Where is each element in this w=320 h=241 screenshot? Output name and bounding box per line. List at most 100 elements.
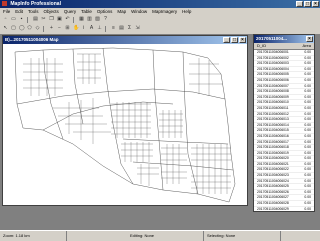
marquee-icon[interactable]: ▢ [10,25,17,32]
label-icon[interactable]: A [88,25,95,32]
menu-query[interactable]: Query [64,8,76,15]
toolbar-separator [73,16,76,23]
print-icon[interactable]: ▤ [32,16,39,23]
cell-area: 0.00 [304,150,311,155]
standard-toolbar: ▫ ▭ ▪ ▤ ✂ ❐ ▣ ↶ ▦ ▥ ▧ ? [0,15,320,24]
layer-control-icon[interactable]: ≡ [110,25,117,32]
cell-area: 0.00 [304,184,311,189]
menu-options[interactable]: Options [97,8,113,15]
ruler-icon[interactable]: ⊥ [96,25,103,32]
map-window[interactable]: B)...20170511004006 Map _ □ × [2,35,248,206]
menu-map[interactable]: Map [117,8,126,15]
cell-area: 0.00 [304,83,311,88]
change-view-icon[interactable]: ⊞ [64,25,71,32]
zoom-out-icon[interactable]: − [56,25,63,32]
menu-table[interactable]: Table [81,8,92,15]
cell-area: 0.00 [304,50,311,54]
cell-area: 0.00 [304,195,311,200]
menu-mapimagery[interactable]: MapImagery [152,8,177,15]
table-row[interactable]: 20170511004006029 0.00 [254,206,314,211]
cell-area: 0.00 [304,122,311,127]
close-button[interactable]: × [312,1,319,7]
cell-d-id: 20170511004006025 [257,184,289,189]
cell-d-id: 20170511004006012 [257,111,289,116]
cell-area: 0.00 [304,66,311,71]
toolbar-separator [105,25,108,32]
cell-area: 0.00 [304,133,311,138]
cell-area: 0.00 [304,167,311,172]
menu-help[interactable]: Help [182,8,191,15]
open-icon[interactable]: ▭ [10,16,17,23]
paste-icon[interactable]: ▣ [56,16,63,23]
app-title-bar: MapInfo Professional _ □ × [0,0,320,8]
cut-icon[interactable]: ✂ [40,16,47,23]
map-minimize-button[interactable]: _ [223,37,230,43]
cell-d-id: 20170511004006013 [257,117,289,122]
layout-icon[interactable]: ▧ [94,16,101,23]
minimize-button[interactable]: _ [296,1,303,7]
cell-area: 0.00 [304,201,311,206]
cell-area: 0.00 [304,206,311,211]
map-maximize-button[interactable]: □ [231,37,238,43]
app-title: MapInfo Professional [10,1,61,7]
cell-d-id: 20170511004006017 [257,139,289,144]
undo-icon[interactable]: ↶ [64,16,71,23]
cell-area: 0.00 [304,128,311,133]
map-window-title: B)...20170511004006 Map [5,37,59,42]
save-icon[interactable]: ▪ [18,16,25,23]
cell-d-id: 20170511004006010 [257,100,289,105]
zoom-in-icon[interactable]: + [48,25,55,32]
cell-d-id: 20170511004006006 [257,77,289,82]
browser-rows: 20170511004006001 0.00 20170511004006002 0.… [254,50,314,211]
legend-icon[interactable]: ▤ [118,25,125,32]
statistics-icon[interactable]: Σ [126,25,133,32]
cell-area: 0.00 [304,55,311,60]
parcel-map-canvas[interactable] [3,44,247,205]
cell-d-id: 20170511004006007 [257,83,289,88]
help-icon[interactable]: ? [102,16,109,23]
status-bar: Zoom: 1.18 km Editing: None Selecting: N… [0,230,320,241]
cell-d-id: 20170511004006020 [257,156,289,161]
polygon-select-icon[interactable]: ⬠ [26,25,33,32]
browser-window-title-bar: 20170511004... × [254,35,314,43]
cell-area: 0.00 [304,145,311,150]
cell-d-id: 20170511004006027 [257,195,289,200]
map-window-title-bar: B)...20170511004006 Map _ □ × [3,36,247,44]
graph-icon[interactable]: ▥ [86,16,93,23]
cell-d-id: 20170511004006029 [257,206,289,211]
drag-map-icon[interactable]: ⇲ [134,25,141,32]
column-header[interactable]: D_ID [254,43,295,49]
cell-d-id: 20170511004006001 [257,50,289,54]
map-close-button[interactable]: × [239,37,246,43]
cell-d-id: 20170511004006005 [257,72,289,77]
radius-icon[interactable]: ◯ [18,25,25,32]
cell-area: 0.00 [304,111,311,116]
cell-area: 0.00 [304,189,311,194]
info-icon[interactable]: i [80,25,87,32]
browser-window[interactable]: 20170511004... × D_ID Area 2017051100400… [253,34,315,212]
cell-d-id: 20170511004006014 [257,122,289,127]
cell-d-id: 20170511004006019 [257,150,289,155]
menu-tools[interactable]: Tools [28,8,39,15]
boundary-icon[interactable]: ◇ [34,25,41,32]
pan-icon[interactable]: ✋ [72,25,79,32]
select-icon[interactable]: ↖ [2,25,9,32]
cell-area: 0.00 [304,178,311,183]
menu-file[interactable]: File [3,8,10,15]
cell-area: 0.00 [304,89,311,94]
cell-d-id: 20170511004006024 [257,178,289,183]
menu-window[interactable]: Window [131,8,147,15]
copy-icon[interactable]: ❐ [48,16,55,23]
cell-d-id: 20170511004006003 [257,61,289,66]
browser-close-button[interactable]: × [306,36,313,42]
menu-objects[interactable]: Objects [44,8,59,15]
browser-column-headers: D_ID Area [254,43,314,50]
new-icon[interactable]: ▫ [2,16,9,23]
table-icon[interactable]: ▦ [78,16,85,23]
browser-window-title: 20170511004... [256,36,288,41]
menu-bar: File Edit Tools Objects Query Table Opti… [0,8,320,15]
maximize-button[interactable]: □ [304,1,311,7]
cell-area: 0.00 [304,117,311,122]
menu-edit[interactable]: Edit [15,8,23,15]
column-header[interactable]: Area [295,43,311,49]
